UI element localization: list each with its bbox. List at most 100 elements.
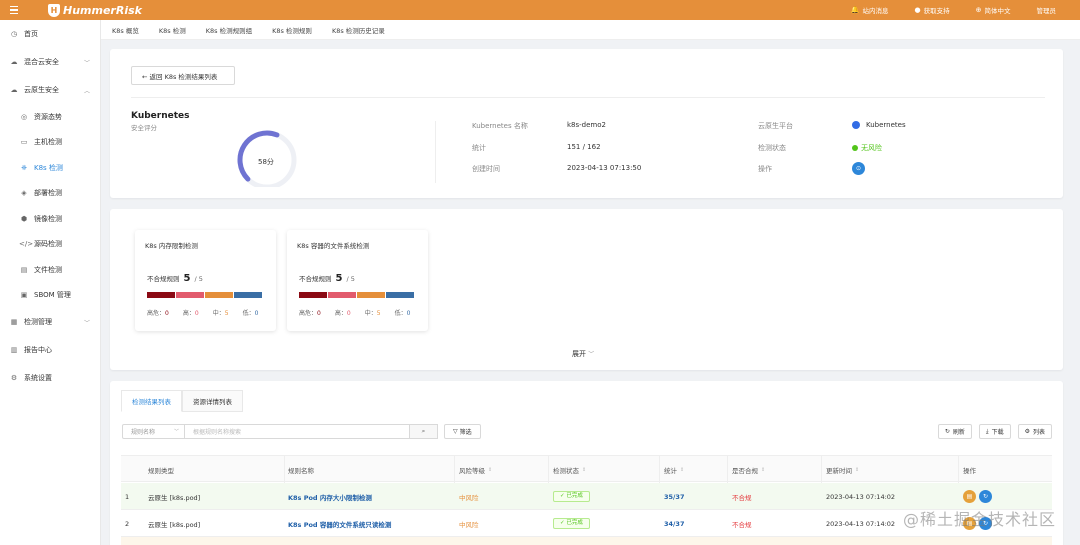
sidebar-item-manage[interactable]: ▦ 检测管理 ﹀ (0, 308, 100, 336)
sidebar-item-image[interactable]: ⬢ 镜像检测 (0, 206, 100, 232)
home-icon: ◷ (10, 30, 18, 38)
k8s-icon: ❈ (21, 163, 27, 172)
results-tabs: 检测结果列表 资源详情列表 (121, 390, 243, 412)
created-value: 2023-04-13 07:13:50 (567, 164, 642, 172)
sidebar-item-code[interactable]: </> 源码检测 (0, 232, 100, 258)
report-icon: ▥ (10, 346, 18, 354)
table-row[interactable] (121, 537, 1052, 545)
filter-button[interactable]: ▽ 筛选 (444, 424, 481, 439)
high-bar (328, 292, 356, 298)
kubernetes-icon (852, 121, 860, 129)
col-actions: 操作 (963, 466, 976, 475)
columns-button[interactable]: ⚙ 列表 (1017, 424, 1052, 439)
sort-icon: ⇕ (582, 466, 587, 473)
logo[interactable]: H HummerRisk (48, 3, 142, 17)
menu-toggle-icon[interactable] (0, 0, 28, 20)
critical-bar (147, 292, 175, 298)
status-badge: ✓ 已完成 (553, 518, 590, 529)
vertical-divider (435, 121, 436, 183)
rule-group-card[interactable]: K8s 容器的文件系统检测 不合规规则 5/ 5 高危：0 高：0 中：5 低：0 (287, 230, 428, 331)
tab-k8s-scan[interactable]: K8s 检测 (159, 25, 186, 35)
tab-k8s-history[interactable]: K8s 检测历史记录 (332, 25, 385, 35)
tab-resource-details[interactable]: 资源详情列表 (182, 390, 243, 412)
sidebar-item-resource[interactable]: ◎ 资源态势 (0, 104, 100, 130)
tab-k8s-overview[interactable]: K8s 概览 (112, 25, 139, 35)
sidebar-item-report[interactable]: ▥ 报告中心 (0, 336, 100, 364)
sidebar-item-sbom[interactable]: ▣ SBOM 管理 (0, 283, 100, 309)
col-updated[interactable]: 更新时间 ⇕ (826, 456, 859, 483)
expand-button[interactable]: 展开 ﹀ (572, 349, 594, 359)
back-button[interactable]: ← 返回 K8s 检测结果列表 (131, 66, 235, 85)
sidebar-item-hybrid-cloud[interactable]: ☁ 混合云安全 ﹀ (0, 48, 100, 76)
risk-level: 中风险 (459, 520, 479, 529)
col-rule-name: 规则名称 (288, 466, 314, 475)
action-label: 操作 (758, 165, 772, 173)
chevron-down-icon: ﹀ (83, 59, 90, 67)
sidebar-item-host[interactable]: ▭ 主机检测 (0, 130, 100, 156)
sidebar-item-cloud-native[interactable]: ☁ 云原生安全 ︿ (0, 76, 100, 104)
rule-group-title: K8s 容器的文件系统检测 (297, 242, 370, 250)
sbom-icon: ▣ (20, 291, 28, 300)
refresh-button[interactable]: ↻ 刷新 (937, 424, 972, 439)
platform-title: Kubernetes (131, 111, 190, 121)
messages-link[interactable]: 🔔 站内消息 (851, 5, 889, 15)
sidebar-item-k8s[interactable]: ❈ K8s 检测 (0, 155, 100, 181)
tab-scan-results[interactable]: 检测结果列表 (121, 390, 182, 412)
compliance-status: 不合规 (732, 493, 752, 502)
k8s-name-value: k8s-demo2 (567, 121, 606, 129)
server-icon: ▭ (20, 138, 28, 147)
sidebar-item-settings[interactable]: ⚙ 系统设置 (0, 364, 100, 392)
risk-level-bars (147, 292, 262, 298)
watermark: @稀土掘金技术社区 (903, 510, 1057, 529)
search-input[interactable]: 根据规则名称搜索 (185, 424, 410, 439)
sidebar-item-home[interactable]: ◷ 首页 (0, 20, 100, 48)
cloud-icon: ☁ (10, 58, 18, 66)
scan-status-value: 无风险 (852, 143, 882, 153)
chevron-up-icon: ︿ (83, 87, 90, 95)
low-bar (386, 292, 414, 298)
row-index: 1 (125, 492, 130, 501)
download-button[interactable]: ⤓ 下载 (978, 424, 1011, 439)
rule-type: 云原生 [k8s.pod] (148, 493, 201, 502)
check-icon (852, 145, 858, 151)
page-tabs: K8s 概览 K8s 检测 K8s 检测规则组 K8s 检测规则 K8s 检测历… (101, 20, 1080, 40)
support-link[interactable]: ● 获取支持 (915, 5, 950, 15)
stat-link[interactable]: 35/37 (664, 483, 684, 510)
col-compliant[interactable]: 是否合规 ⇕ (732, 456, 765, 483)
globe-icon: ⊕ (975, 6, 982, 14)
filter-field-select[interactable]: 规则名称 ﹀ (122, 424, 185, 439)
language-switch[interactable]: ⊕ 简体中文 (976, 5, 1011, 15)
rescan-icon[interactable]: ↻ (979, 490, 992, 503)
logo-shield-icon: H (48, 3, 60, 17)
risk-levels: 高危：0 高：0 中：5 低：0 (147, 310, 259, 317)
tab-k8s-rules[interactable]: K8s 检测规则 (272, 25, 312, 35)
chevron-down-icon: ﹀ (588, 351, 595, 358)
k8s-name-label: Kubernetes 名称 (472, 122, 528, 130)
action-cell: ⊙ (852, 162, 865, 175)
sidebar-item-file[interactable]: ▤ 文件检测 (0, 257, 100, 283)
detail-icon[interactable]: ▤ (963, 490, 976, 503)
col-risk-level[interactable]: 风险等级 ⇕ (459, 456, 492, 483)
col-scan-status[interactable]: 检测状态 ⇕ (553, 456, 586, 483)
file-icon: ▤ (20, 265, 28, 274)
tab-k8s-rule-groups[interactable]: K8s 检测规则组 (206, 25, 252, 35)
rule-group-card[interactable]: K8s 内存限制检测 不合规规则 5/ 5 高危：0 高：0 中：5 低：0 (135, 230, 276, 331)
security-score-label: 安全评分 (131, 124, 157, 132)
col-stat[interactable]: 统计 ⇕ (664, 456, 684, 483)
created-label: 创建时间 (472, 165, 500, 173)
logo-text: HummerRisk (63, 3, 142, 17)
row-index: 2 (125, 519, 130, 528)
table-tools: ↻ 刷新 ⤓ 下载 ⚙ 列表 (937, 424, 1052, 439)
detail-action-icon[interactable]: ⊙ (852, 162, 865, 175)
table-header: 规则类型 规则名称 风险等级 ⇕ 检测状态 ⇕ 统计 ⇕ 是否合规 ⇕ 更新时间 ⇕ 操作 (121, 455, 1052, 483)
user-menu[interactable]: 管理员 (1037, 5, 1057, 15)
medium-bar (357, 292, 385, 298)
score-value: 58分 (258, 158, 274, 166)
stat-link[interactable]: 34/37 (664, 510, 684, 537)
noncompliant-count: 不合规规则 5/ 5 (299, 273, 355, 284)
rule-name-link[interactable]: K8s Pod 内存大小限制检测 (288, 483, 372, 510)
rule-name-link[interactable]: K8s Pod 容器的文件系统只读检测 (288, 510, 391, 537)
search-button[interactable]: ⌕ (410, 424, 438, 439)
bell-icon: 🔔 (850, 6, 860, 14)
sidebar-item-deploy[interactable]: ◈ 部署检测 (0, 181, 100, 207)
